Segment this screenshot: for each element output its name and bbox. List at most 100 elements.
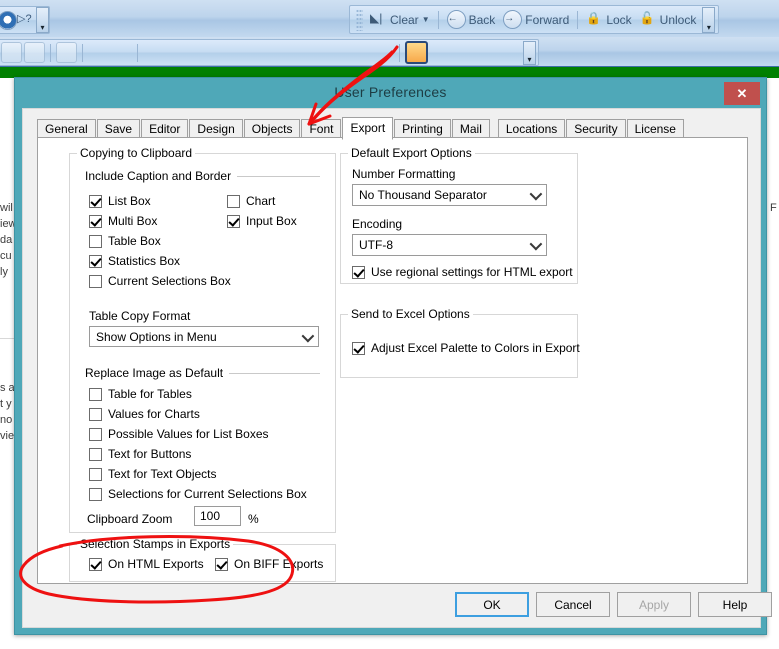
include-caption-border-label: Include Caption and Border xyxy=(85,169,232,183)
connect-icon[interactable] xyxy=(476,42,497,63)
tab-font[interactable]: Font xyxy=(301,119,342,138)
document-properties-icon[interactable] xyxy=(430,42,451,63)
checkbox-table-for-tables[interactable]: Table for Tables xyxy=(89,387,192,401)
shrink-icon[interactable] xyxy=(350,42,371,63)
layout-icon[interactable] xyxy=(1,42,22,63)
tab-printing[interactable]: Printing xyxy=(394,119,451,138)
size-equal-icon[interactable] xyxy=(281,42,302,63)
checkbox-on-html-exports[interactable]: On HTML Exports xyxy=(89,557,204,571)
checkbox-selections-for-current-selections[interactable]: Selections for Current Selections Box xyxy=(89,487,307,501)
table-copy-format-label: Table Copy Format xyxy=(89,309,191,323)
context-help-icon[interactable]: ▷? xyxy=(17,12,34,29)
user-preferences-icon[interactable] xyxy=(405,41,428,64)
checkbox-indicator xyxy=(89,557,102,571)
bg-text-line: vie xyxy=(0,430,15,442)
checkbox-chart[interactable]: Chart xyxy=(227,194,275,208)
dialog-title-bar[interactable]: User Preferences ✕ xyxy=(15,78,766,108)
checkbox-on-biff-exports[interactable]: On BIFF Exports xyxy=(215,557,323,571)
forward-button[interactable]: → Forward xyxy=(499,9,573,31)
crop-icon[interactable] xyxy=(111,42,132,63)
table-copy-format-select[interactable]: Show Options in Menu xyxy=(89,326,319,347)
tab-editor[interactable]: Editor xyxy=(141,119,189,138)
tab-license[interactable]: License xyxy=(626,119,684,138)
align-right-icon[interactable] xyxy=(189,42,210,63)
toolbar-separator xyxy=(437,10,439,29)
align-left-icon[interactable] xyxy=(143,42,164,63)
checkbox-input-box[interactable]: Input Box xyxy=(227,214,297,228)
distribute-vertical-icon[interactable] xyxy=(235,42,256,63)
checkbox-text-for-text-objects[interactable]: Text for Text Objects xyxy=(89,467,217,481)
checkbox-label: List Box xyxy=(108,194,151,208)
page-title: User Preferences xyxy=(334,84,447,100)
smiley-icon[interactable] xyxy=(24,42,45,63)
edit-script-icon[interactable] xyxy=(453,42,474,63)
toolbar-overflow-button-3[interactable]: ▾ xyxy=(523,40,536,65)
back-button[interactable]: ← Back xyxy=(443,9,500,31)
bg-text-line: t y xyxy=(0,398,12,410)
unlock-button[interactable]: 🔓 Unlock xyxy=(636,9,701,31)
size-height-icon[interactable] xyxy=(327,42,348,63)
toolbar-overflow-button-2[interactable]: ▾ xyxy=(702,6,716,33)
tab-locations[interactable]: Locations xyxy=(497,119,566,138)
checkbox-values-for-charts[interactable]: Values for Charts xyxy=(89,407,200,421)
align-center-icon[interactable] xyxy=(166,42,187,63)
checkbox-indicator xyxy=(89,274,102,288)
clipboard-zoom-input[interactable]: 100 xyxy=(194,506,241,526)
export-icon[interactable] xyxy=(499,42,520,63)
clipboard-zoom-unit: % xyxy=(248,512,259,526)
clear-button-label: Clear xyxy=(390,12,419,27)
checkbox-adjust-excel-palette[interactable]: Adjust Excel Palette to Colors in Export xyxy=(352,341,580,355)
toolbar-navigation-group: ◣| Clear ▼ ← Back → Forward 🔒 Lock 🔓 Unl… xyxy=(349,5,720,34)
checkbox-list-box[interactable]: List Box xyxy=(89,194,151,208)
bg-text-line: da xyxy=(0,234,13,246)
bg-text-line: s a xyxy=(0,382,15,394)
toolbar-grip[interactable] xyxy=(356,8,363,31)
checkbox-label: Adjust Excel Palette to Colors in Export xyxy=(371,341,580,355)
selection-stamps-group: Selection Stamps in Exports On HTML Expo… xyxy=(69,537,336,582)
group-legend: Selection Stamps in Exports xyxy=(77,537,234,551)
toolbar-left-group-1: ▷? ▾ xyxy=(0,6,50,34)
tab-design[interactable]: Design xyxy=(189,119,243,138)
checkbox-statistics-box[interactable]: Statistics Box xyxy=(89,254,180,268)
toolbar-overflow-button-1[interactable]: ▾ xyxy=(36,7,49,33)
clear-button[interactable]: ◣| Clear ▼ xyxy=(366,9,434,31)
tab-objects[interactable]: Objects xyxy=(243,119,301,138)
size-width-icon[interactable] xyxy=(304,42,325,63)
order-icon[interactable] xyxy=(373,42,394,63)
help-question-icon[interactable] xyxy=(0,10,17,30)
tab-general[interactable]: General xyxy=(37,119,96,138)
default-export-options-group: Default Export Options Number Formatting… xyxy=(340,146,578,284)
distribute-horizontal-icon[interactable] xyxy=(212,42,233,63)
number-formatting-select[interactable]: No Thousand Separator xyxy=(352,184,547,206)
cancel-button[interactable]: Cancel xyxy=(536,592,610,617)
group-legend: Send to Excel Options xyxy=(348,307,473,321)
checkbox-current-selections-box[interactable]: Current Selections Box xyxy=(89,274,231,288)
space-evenly-icon[interactable] xyxy=(258,42,279,63)
tab-export[interactable]: Export xyxy=(342,117,394,140)
tab-security[interactable]: Security xyxy=(566,119,626,138)
bg-text-line: F xyxy=(770,202,777,214)
checkbox-multi-box[interactable]: Multi Box xyxy=(89,214,157,228)
checkbox-indicator xyxy=(89,447,102,461)
help-button[interactable]: Help xyxy=(698,592,772,617)
tab-save[interactable]: Save xyxy=(96,119,141,138)
encoding-select[interactable]: UTF-8 xyxy=(352,234,547,256)
bg-text-line: cu xyxy=(0,250,12,262)
close-icon[interactable]: ✕ xyxy=(724,82,760,105)
chevron-down-icon xyxy=(301,329,315,342)
checkbox-text-for-buttons[interactable]: Text for Buttons xyxy=(89,447,191,461)
encoding-label: Encoding xyxy=(352,217,403,231)
forward-button-label: Forward xyxy=(525,12,570,27)
chevron-down-icon[interactable]: ▼ xyxy=(422,15,430,24)
group-legend: Copying to Clipboard xyxy=(77,146,196,160)
checkbox-possible-values-for-list-boxes[interactable]: Possible Values for List Boxes xyxy=(89,427,269,441)
divider xyxy=(237,175,320,177)
brush-icon[interactable] xyxy=(88,42,109,63)
checkbox-use-regional-settings[interactable]: Use regional settings for HTML export xyxy=(352,265,573,279)
forward-arrow-icon: → xyxy=(503,10,523,29)
chart-icon[interactable] xyxy=(56,42,77,63)
tab-mail[interactable]: Mail xyxy=(451,119,490,138)
lock-button[interactable]: 🔒 Lock xyxy=(582,9,635,31)
ok-button[interactable]: OK xyxy=(455,592,529,617)
checkbox-table-box[interactable]: Table Box xyxy=(89,234,161,248)
